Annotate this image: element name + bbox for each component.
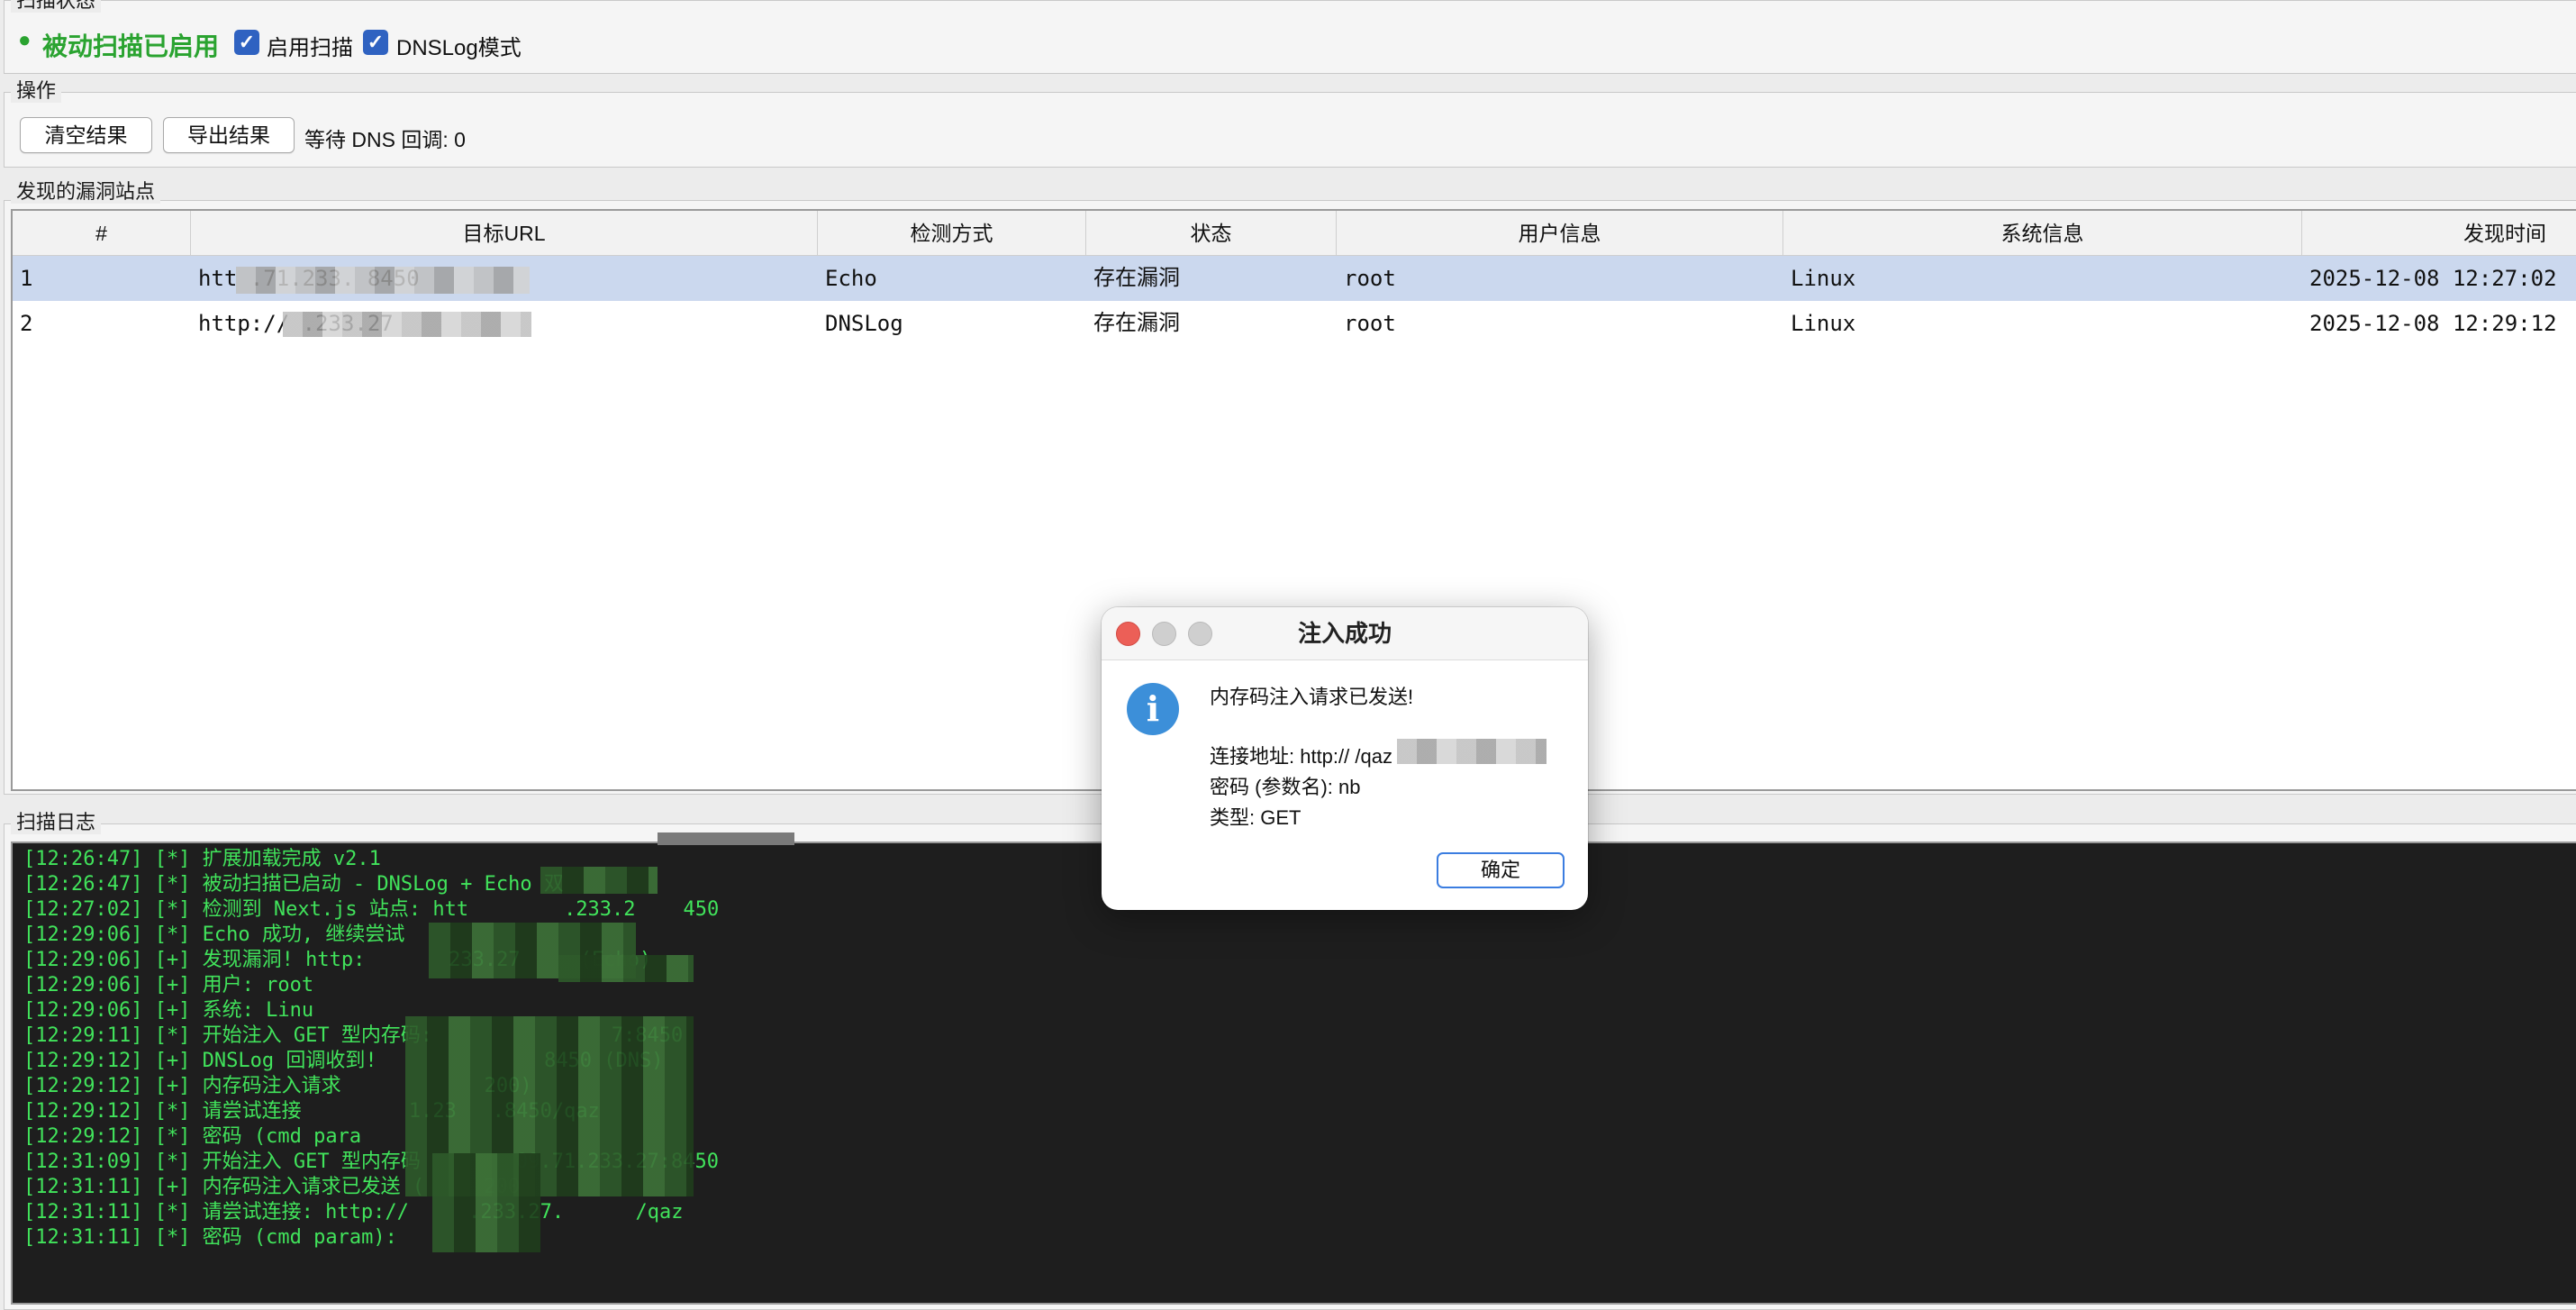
redaction-mosaic [432, 1153, 540, 1252]
redaction-mosaic [558, 955, 694, 982]
column-header-time[interactable]: 发现时间 [2302, 211, 2576, 256]
cell-time: 2025-12-08 12:29:12 [2309, 311, 2557, 336]
cell-index: 1 [20, 266, 33, 291]
cell-method: Echo [825, 266, 877, 291]
inject-success-dialog: 注入成功 i 内存码注入请求已发送! 连接地址: http:// /qaz 密码… [1102, 607, 1588, 910]
column-header-url[interactable]: 目标URL [191, 211, 818, 256]
log-line: [12:29:12] [*] 密码 (cmd para [23, 1125, 362, 1148]
column-header-method[interactable]: 检测方式 [818, 211, 1086, 256]
cell-system: Linux [1791, 311, 1856, 336]
dialog-connect-line: 连接地址: http:// /qaz [1210, 745, 1392, 768]
zoom-window-icon[interactable] [1188, 622, 1212, 646]
enable-scan-label[interactable]: 启用扫描 [267, 30, 353, 61]
cell-state: 存在漏洞 [1093, 266, 1180, 290]
checkmark-icon: ✓ [238, 31, 256, 53]
dialog-message: 内存码注入请求已发送! [1210, 686, 1414, 708]
dialog-password-line: 密码 (参数名): nb [1210, 776, 1361, 798]
table-row[interactable]: 2 http:// .233.27 DNSLog 存在漏洞 root Linux… [13, 301, 2576, 346]
checkmark-icon: ✓ [367, 31, 385, 53]
cell-system: Linux [1791, 266, 1856, 291]
log-line: [12:29:06] [*] Echo 成功, 继续尝试 [23, 923, 405, 946]
column-header-system[interactable]: 系统信息 [1783, 211, 2302, 256]
status-text: 被动扫描已启用 [42, 32, 220, 60]
close-window-icon[interactable] [1116, 622, 1140, 646]
cell-time: 2025-12-08 12:27:02 [2309, 266, 2557, 291]
vuln-group-title: 发现的漏洞站点 [11, 180, 161, 204]
cell-method: DNSLog [825, 311, 903, 336]
redaction-mosaic [1397, 739, 1547, 764]
log-line: [12:26:47] [*] 扩展加载完成 v2.1 [23, 848, 381, 870]
enable-scan-checkbox[interactable]: ✓ [234, 30, 259, 55]
green-dot-icon: ● [18, 28, 32, 52]
export-results-button[interactable]: 导出结果 [163, 117, 295, 153]
log-line: [12:27:02] [*] 检测到 Next.js 站点: htt .233.… [23, 898, 720, 921]
dnslog-mode-label[interactable]: DNSLog模式 [396, 30, 522, 61]
log-line: [12:26:47] [*] 被动扫描已启动 - DNSLog + Echo 双 [23, 873, 564, 896]
cell-user: root [1344, 266, 1396, 291]
minimize-window-icon[interactable] [1152, 622, 1176, 646]
table-row[interactable]: 1 htt .71.233. 8450 Echo 存在漏洞 root Linux… [13, 256, 2576, 301]
log-line: [12:31:11] [*] 密码 (cmd param): [23, 1226, 397, 1249]
info-icon: i [1127, 683, 1179, 735]
dnslog-mode-checkbox[interactable]: ✓ [363, 30, 388, 55]
clear-results-button[interactable]: 清空结果 [20, 117, 152, 153]
dialog-type-line: 类型: GET [1210, 806, 1302, 829]
status-group-title: 扫描状态 [11, 0, 102, 13]
log-lines: [12:26:47] [*] 扩展加载完成 v2.1 [12:26:47] [*… [11, 841, 2576, 1305]
column-header-user[interactable]: 用户信息 [1337, 211, 1783, 256]
redaction-mosaic [658, 832, 794, 845]
ok-button[interactable]: 确定 [1437, 852, 1565, 888]
redaction-mosaic [236, 267, 530, 294]
cell-user: root [1344, 311, 1396, 336]
operations-group-title: 操作 [11, 79, 62, 103]
cell-state: 存在漏洞 [1093, 311, 1180, 335]
status-group [4, 0, 2576, 74]
cell-index: 2 [20, 311, 33, 336]
redaction-mosaic [283, 312, 531, 337]
log-group-title: 扫描日志 [11, 811, 102, 834]
pending-dns-text: 等待 DNS 回调: 0 [304, 128, 466, 151]
log-line: [12:29:06] [+] 用户: root [23, 974, 314, 996]
column-header-index[interactable]: # [13, 211, 191, 256]
log-line: [12:29:06] [+] 系统: Linu [23, 999, 314, 1022]
column-header-state[interactable]: 状态 [1086, 211, 1337, 256]
redaction-mosaic [540, 867, 658, 894]
log-line: [12:31:11] [*] 请尝试连接: http:// .233.27. /… [23, 1201, 684, 1224]
